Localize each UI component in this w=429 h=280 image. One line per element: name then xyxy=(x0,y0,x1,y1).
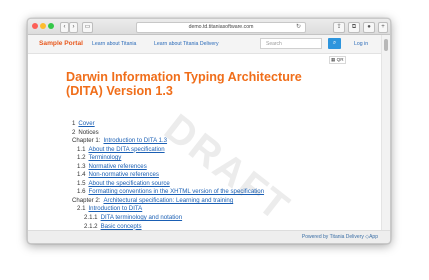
toc-item-link[interactable]: Formatting conventions in the XHTML vers… xyxy=(88,188,264,195)
toc-item[interactable]: 2.1 Introduction to DITA xyxy=(72,205,264,214)
scrollbar-thumb[interactable] xyxy=(384,39,388,51)
table-of-contents: 1 Cover 2 Notices Chapter 1: Introduction to … xyxy=(72,120,264,231)
toc-item-link[interactable]: About the specification source xyxy=(88,180,169,187)
search-input[interactable]: Search xyxy=(260,38,322,49)
toc-item[interactable]: 1 Cover xyxy=(72,120,264,129)
extension-icon: ● xyxy=(367,24,371,30)
toc-item-number: 2 xyxy=(72,128,76,136)
powered-by-link[interactable]: Powered by Titania Delivery ◇App xyxy=(302,234,378,240)
toc-item[interactable]: 1.5 About the specification source xyxy=(72,180,264,189)
share-button[interactable]: ⇪ xyxy=(333,22,345,33)
browser-titlebar: ‹ › ▭ demo.td.titaniasoftware.com ↻ ⇪ ⧉ … xyxy=(28,19,390,35)
page-scrollbar[interactable] xyxy=(381,35,390,231)
toc-item-link[interactable]: Introduction to DITA 1.3 xyxy=(103,137,167,144)
minimize-window-button[interactable] xyxy=(40,23,46,29)
brand-logo[interactable]: Sample Portal xyxy=(39,40,83,47)
toc-item-link[interactable]: Cover xyxy=(78,120,94,127)
toc-item-number: 2.1.1 xyxy=(84,214,98,222)
toc-item-label: Notices xyxy=(78,128,99,136)
nav-link-titania[interactable]: Learn about Titania xyxy=(92,41,136,47)
sidebar-icon: ▭ xyxy=(84,24,91,30)
toc-item-number: 1.5 xyxy=(77,179,86,187)
forward-icon: › xyxy=(72,24,75,30)
powered-by-text: Powered by Titania Delivery xyxy=(301,234,364,240)
toc-item[interactable]: 1.3 Normative references xyxy=(72,163,264,172)
toc-item-link[interactable]: Non-normative references xyxy=(88,171,158,178)
search-button[interactable]: ⌕ xyxy=(328,38,341,49)
toc-item-number: 1.3 xyxy=(77,162,86,170)
back-button[interactable]: ‹ xyxy=(60,22,69,33)
extension-button[interactable]: ● xyxy=(363,22,375,33)
new-tab-button[interactable]: + xyxy=(378,22,388,33)
tabs-icon: ⧉ xyxy=(351,24,357,30)
close-window-button[interactable] xyxy=(32,23,38,29)
toc-item-number: 2.1 xyxy=(77,205,86,213)
toc-item-number: 1 xyxy=(72,120,76,127)
toc-item-number: 1.6 xyxy=(77,188,86,196)
page-footer: Powered by Titania Delivery ◇App xyxy=(28,230,390,243)
add-icon: + xyxy=(381,24,385,30)
address-bar[interactable]: demo.td.titaniasoftware.com ↻ xyxy=(136,22,306,33)
toc-item[interactable]: 1.6 Formatting conventions in the XHTML v… xyxy=(72,188,264,197)
toc-item-link[interactable]: Terminology xyxy=(88,154,121,161)
toc-item[interactable]: 1.4 Non-normative references xyxy=(72,171,264,180)
nav-link-titania-delivery[interactable]: Learn about Titania Delivery xyxy=(154,41,219,47)
toc-item[interactable]: Chapter 2: Architectural specification: L… xyxy=(72,197,264,206)
zoom-window-button[interactable] xyxy=(48,23,54,29)
reload-icon[interactable]: ↻ xyxy=(296,23,301,32)
sidebar-toggle-button[interactable]: ▭ xyxy=(82,22,93,33)
toc-item-link[interactable]: Introduction to DITA xyxy=(88,205,142,212)
toc-item-link[interactable]: Normative references xyxy=(88,163,146,170)
toc-item[interactable]: 2.1.1 DITA terminology and notation xyxy=(72,214,264,223)
tabs-button[interactable]: ⧉ xyxy=(348,22,360,33)
share-icon: ⇪ xyxy=(336,24,342,30)
toc-item-number: 2.1.2 xyxy=(84,222,98,230)
back-icon: ‹ xyxy=(63,24,66,30)
toc-item-link[interactable]: Basic concepts xyxy=(101,223,142,230)
forward-button[interactable]: › xyxy=(69,22,78,33)
toc-item-number: 1.1 xyxy=(77,145,86,153)
toc-item-number: Chapter 1: xyxy=(72,137,101,145)
toc-item-number: Chapter 2: xyxy=(72,196,101,204)
document-content: ▦ QR DRAFT Darwin Information Typing Arc… xyxy=(28,54,382,231)
app-link[interactable]: ◇App xyxy=(365,234,378,240)
search-icon: ⌕ xyxy=(332,40,337,46)
url-text: demo.td.titaniasoftware.com xyxy=(188,24,254,30)
toc-item-number: 1.2 xyxy=(77,154,86,162)
toc-item[interactable]: Chapter 1: Introduction to DITA 1.3 xyxy=(72,137,264,146)
toc-item[interactable]: 1.2 Terminology xyxy=(72,154,264,163)
login-link[interactable]: Log in xyxy=(354,41,368,47)
page-title: Darwin Information Typing Architecture (… xyxy=(66,70,302,98)
toc-item: 2 Notices xyxy=(72,129,264,138)
toc-item-number: 1.4 xyxy=(77,171,86,179)
site-navbar: Sample Portal Learn about Titania Learn … xyxy=(28,35,382,54)
qr-code-button[interactable]: ▦ QR xyxy=(329,56,346,64)
browser-window: ‹ › ▭ demo.td.titaniasoftware.com ↻ ⇪ ⧉ … xyxy=(27,18,391,244)
search-placeholder: Search xyxy=(266,41,282,47)
toc-item-link[interactable]: Architectural specification: Learning an… xyxy=(103,197,233,204)
toc-item[interactable]: 1.1 About the DITA specification xyxy=(72,146,264,155)
toc-item-link[interactable]: DITA terminology and notation xyxy=(101,214,183,221)
toc-item-link[interactable]: About the DITA specification xyxy=(88,146,164,153)
